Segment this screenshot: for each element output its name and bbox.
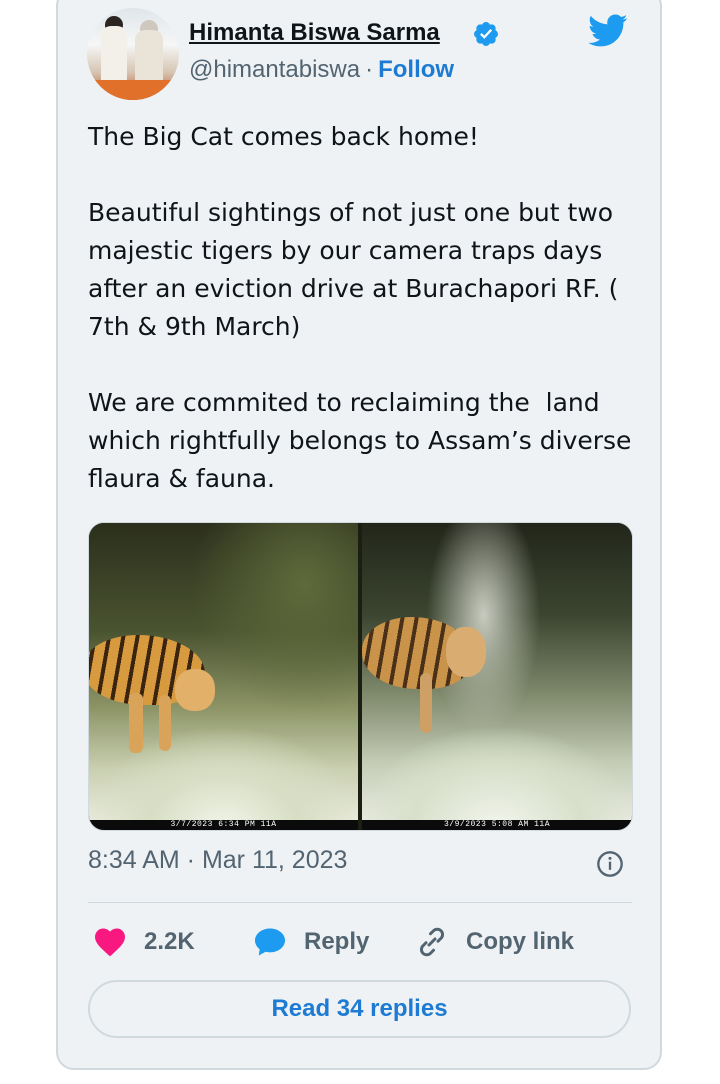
link-icon: [419, 927, 445, 957]
camera-stamp-2: 3/9/2023 5:08 AM 11A: [362, 820, 632, 830]
separator-dot: ·: [365, 56, 374, 83]
like-count: 2.2K: [144, 928, 195, 955]
author-name[interactable]: Himanta Biswa Sarma: [189, 19, 440, 47]
tiger-photo-1[interactable]: 3/7/2023 6:34 PM 11A: [89, 523, 358, 830]
reply-button[interactable]: Reply: [252, 920, 369, 964]
divider: [88, 902, 632, 903]
read-replies-button[interactable]: Read 34 replies: [88, 980, 631, 1038]
copy-link-button[interactable]: Copy link: [414, 920, 574, 964]
action-bar: 2.2K Reply Copy link: [88, 920, 632, 964]
verified-badge-icon: [474, 22, 498, 46]
author-handle[interactable]: @himantabiswa: [189, 56, 360, 83]
avatar[interactable]: [87, 8, 179, 100]
tiger-photo-2[interactable]: 3/9/2023 5:08 AM 11A: [362, 523, 632, 830]
tweet-timestamp[interactable]: 8:34 AM · Mar 11, 2023: [88, 846, 347, 875]
info-icon[interactable]: [596, 850, 624, 878]
handle-row: @himantabiswa · Follow: [189, 56, 454, 84]
camera-stamp-1: 3/7/2023 6:34 PM 11A: [89, 820, 358, 830]
follow-button[interactable]: Follow: [378, 56, 454, 83]
twitter-bird-icon[interactable]: [584, 10, 632, 50]
copy-link-label: Copy link: [466, 928, 575, 955]
media-grid[interactable]: 3/7/2023 6:34 PM 11A 3/9/2023 5:08 AM 11…: [88, 522, 633, 831]
tweet-text: The Big Cat comes back home! Beautiful s…: [88, 122, 632, 493]
like-button[interactable]: 2.2K: [92, 920, 195, 964]
reply-bubble-icon: [255, 928, 285, 956]
heart-icon: [95, 928, 125, 957]
reply-label: Reply: [304, 928, 370, 955]
